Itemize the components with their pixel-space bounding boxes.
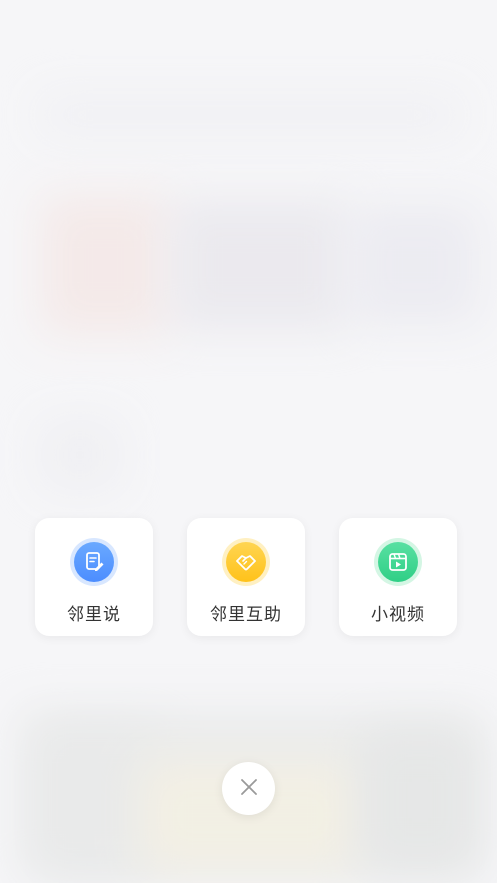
publish-action-menu: 邻里说 邻里互助 小视频	[35, 518, 457, 638]
neighbor-talk-label: 邻里说	[67, 605, 121, 625]
overlay-veil[interactable]	[0, 0, 497, 883]
short-video-button[interactable]: 小视频	[339, 518, 457, 636]
close-icon	[239, 777, 259, 801]
neighbor-help-icon-halo	[222, 538, 270, 586]
neighbor-talk-button[interactable]: 邻里说	[35, 518, 153, 636]
short-video-icon-halo	[374, 538, 422, 586]
short-video-label: 小视频	[371, 605, 425, 625]
handshake-icon	[226, 542, 266, 582]
video-play-icon	[378, 542, 418, 582]
note-edit-icon	[74, 542, 114, 582]
neighbor-help-button[interactable]: 邻里互助	[187, 518, 305, 636]
neighbor-talk-icon-halo	[70, 538, 118, 586]
close-button[interactable]	[222, 762, 275, 815]
neighbor-help-label: 邻里互助	[210, 605, 282, 625]
